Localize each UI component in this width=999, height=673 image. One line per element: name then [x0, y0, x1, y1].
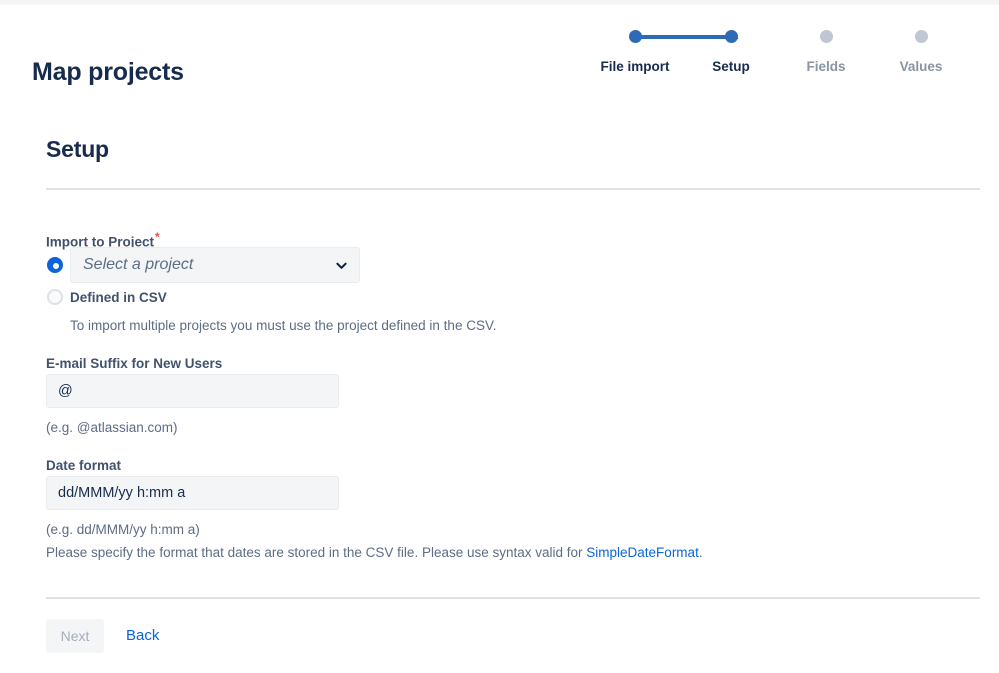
- stepper-dot-values: [914, 30, 928, 43]
- radio-defined-in-csv[interactable]: [47, 289, 63, 305]
- project-select-placeholder: Select a project: [83, 256, 194, 273]
- helper-date-format: (e.g. dd/MMM/yy h:mm a): [46, 522, 200, 537]
- map-projects-page: Map projects File import Setup Fields Va…: [0, 0, 999, 673]
- stepper-dot-setup: [724, 30, 738, 43]
- stepper-dot-file-import: [628, 30, 642, 43]
- stepper-dot-fields: [819, 30, 833, 43]
- simple-date-format-link[interactable]: SimpleDateFormat: [586, 545, 699, 560]
- divider-top: [46, 188, 980, 190]
- stepper-label-file-import: File import: [600, 59, 670, 74]
- note-date-format: Please specify the format that dates are…: [46, 545, 703, 560]
- section-title: Setup: [46, 136, 109, 162]
- radio-defined-in-csv-label: Defined in CSV: [70, 290, 167, 305]
- stepper-step-values[interactable]: Values: [876, 30, 966, 75]
- note-date-format-after: .: [698, 545, 703, 560]
- stepper-step-setup[interactable]: Setup: [686, 30, 776, 75]
- stepper-label-setup: Setup: [712, 59, 750, 74]
- date-format-input[interactable]: dd/MMM/yy h:mm a: [46, 476, 339, 510]
- chevron-down-icon: [336, 262, 347, 269]
- email-suffix-input[interactable]: @: [46, 374, 339, 408]
- helper-email-suffix: (e.g. @atlassian.com): [46, 420, 178, 435]
- note-date-format-before: Please specify the format that dates are…: [46, 545, 587, 560]
- stepper-label-values: Values: [899, 59, 943, 74]
- email-suffix-value: @: [58, 383, 73, 399]
- wizard-stepper: File import Setup Fields Values: [600, 30, 970, 100]
- radio-select-project[interactable]: [47, 257, 63, 273]
- helper-defined-in-csv: To import multiple projects you must use…: [70, 318, 497, 333]
- stepper-step-fields[interactable]: Fields: [781, 30, 871, 75]
- date-format-value: dd/MMM/yy h:mm a: [58, 485, 186, 501]
- required-asterisk: *: [155, 230, 160, 244]
- back-link[interactable]: Back: [126, 627, 159, 644]
- divider-bottom: [46, 597, 980, 599]
- next-button[interactable]: Next: [46, 619, 104, 653]
- label-date-format: Date format: [46, 458, 122, 473]
- label-email-suffix: E-mail Suffix for New Users: [46, 356, 223, 371]
- project-select[interactable]: Select a project: [70, 247, 360, 283]
- stepper-label-fields: Fields: [806, 59, 846, 74]
- page-title: Map projects: [32, 58, 184, 86]
- stepper-step-file-import[interactable]: File import: [590, 30, 680, 75]
